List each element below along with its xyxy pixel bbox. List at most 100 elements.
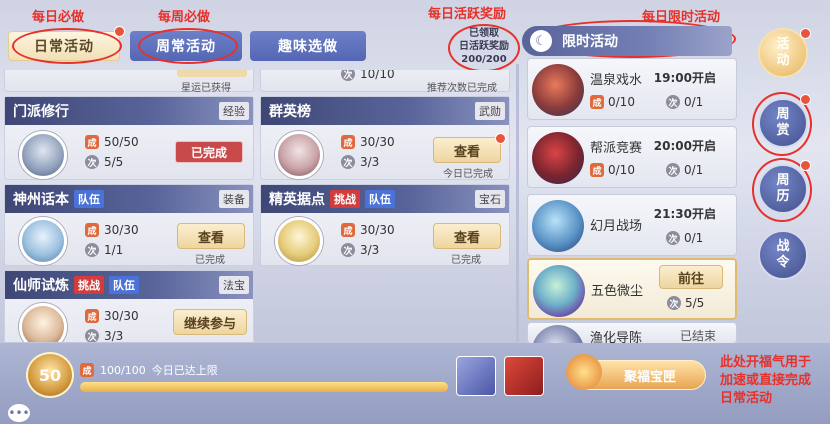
activity-card-elite-stronghold[interactable]: 精英据点 挑战 队伍 宝石 成 30/30 次 3/3 查看 已完成 bbox=[260, 184, 510, 266]
progress-stat: 成 30/30 bbox=[85, 309, 139, 323]
annotation-weekly: 每周必做 bbox=[158, 10, 211, 25]
activity-thumbnail bbox=[532, 64, 584, 116]
activity-name: 精英据点 bbox=[269, 192, 325, 208]
tag-team: 队伍 bbox=[365, 190, 395, 208]
annotation-ring-daily bbox=[12, 28, 122, 64]
progress-stat: 成 0/10 bbox=[590, 163, 635, 177]
daily-activity-list[interactable]: 星运已获得 次 10/10 推荐次数已完成 门派修行 经验 成 50/50 次 5/… bbox=[4, 70, 512, 342]
scrollbar[interactable] bbox=[516, 64, 519, 342]
limited-card-guild-contest[interactable]: 帮派竞赛 20:00开启 成 0/10 次 0/1 bbox=[527, 126, 737, 188]
activity-name: 仙师试炼 bbox=[13, 278, 69, 294]
limited-header-label: 限时活动 bbox=[562, 34, 618, 50]
activity-thumbnail bbox=[532, 200, 584, 252]
completed-button[interactable]: 已完成 bbox=[175, 141, 243, 163]
times-stat: 次 1/1 bbox=[85, 243, 123, 257]
activity-name: 渔化导陈 bbox=[590, 331, 643, 344]
continue-button[interactable]: 继续参与 bbox=[173, 309, 247, 335]
level-value: 50 bbox=[38, 365, 62, 385]
tab-fun[interactable]: 趣味选做 bbox=[250, 31, 366, 61]
side-button-weekly-reward[interactable]: 周赏 bbox=[758, 98, 808, 148]
activity-name: 神州话本 bbox=[13, 192, 69, 208]
partial-card-left: 星运已获得 bbox=[4, 70, 254, 94]
times-icon: 次 bbox=[85, 155, 99, 169]
progress-icon: 成 bbox=[85, 135, 99, 149]
daily-active-reward[interactable]: 已领取 日活跃奖励 200/200 bbox=[452, 27, 516, 69]
go-button[interactable]: 前往 bbox=[659, 265, 723, 289]
limited-card-hot-spring[interactable]: 温泉戏水 19:00开启 成 0/10 次 0/1 bbox=[527, 58, 737, 120]
activity-category: 经验 bbox=[219, 102, 249, 120]
activity-name: 幻月战场 bbox=[590, 219, 643, 234]
progress-stat: 成 0/10 bbox=[590, 95, 635, 109]
reward-count: 200/200 bbox=[461, 54, 507, 65]
times-icon: 次 bbox=[666, 231, 680, 245]
times-icon: 次 bbox=[341, 155, 355, 169]
progress-icon: 成 bbox=[341, 223, 355, 237]
activity-name: 帮派竞赛 bbox=[590, 141, 643, 156]
activity-category: 法宝 bbox=[219, 276, 249, 294]
open-time: 20:00开启 bbox=[653, 139, 716, 153]
times-icon: 次 bbox=[85, 243, 99, 257]
activity-name: 门派修行 bbox=[13, 104, 69, 120]
tag-challenge: 挑战 bbox=[330, 190, 360, 208]
card-header: 神州话本 队伍 bbox=[5, 185, 253, 213]
progress-icon: 成 bbox=[85, 223, 99, 237]
side-button-weekly-calendar[interactable]: 周历 bbox=[758, 164, 808, 214]
activity-card-shenzhou-story[interactable]: 神州话本 队伍 装备 成 30/30 次 1/1 查看 已完成 bbox=[4, 184, 254, 266]
reward-status: 已领取 bbox=[469, 28, 499, 39]
limited-card-moon-battlefield[interactable]: 幻月战场 21:30开启 次 0/1 bbox=[527, 194, 737, 256]
activity-thumbnail bbox=[533, 265, 585, 317]
view-button[interactable]: 查看 bbox=[433, 137, 501, 163]
activity-note: 今日已完成 bbox=[443, 169, 493, 180]
side-button-battle-pass[interactable]: 战令 bbox=[758, 230, 808, 280]
annotation-daily: 每日必做 bbox=[32, 10, 85, 25]
activity-card-immortal-trial[interactable]: 仙师试炼 挑战 队伍 法宝 成 30/30 次 3/3 继续参与 bbox=[4, 270, 254, 342]
limited-card-partial[interactable]: 渔化导陈 已结束 bbox=[527, 322, 737, 344]
card-header: 门派修行 bbox=[5, 97, 253, 125]
limited-activity-header: ☾ 限时活动 bbox=[522, 26, 732, 56]
times-stat: 次 0/1 bbox=[666, 95, 703, 109]
partial-left-button bbox=[177, 70, 247, 77]
card-header: 群英榜 bbox=[261, 97, 509, 125]
activity-card-heroes-ranking[interactable]: 群英榜 武勋 成 30/30 次 3/3 查看 今日已完成 bbox=[260, 96, 510, 180]
progress-icon: 成 bbox=[590, 95, 604, 109]
activity-value: 100/100 bbox=[100, 363, 146, 377]
activity-card-sect-training[interactable]: 门派修行 经验 成 50/50 次 5/5 已完成 bbox=[4, 96, 254, 180]
activity-note: 已完成 bbox=[195, 255, 225, 266]
times-stat: 次 3/3 bbox=[341, 243, 379, 257]
red-dot bbox=[495, 133, 506, 144]
times-stat: 次 3/3 bbox=[341, 155, 379, 169]
progress-stat: 成 30/30 bbox=[341, 223, 395, 237]
tab-daily-red-dot bbox=[114, 26, 125, 37]
times-stat: 次 3/3 bbox=[85, 329, 123, 342]
progress-stat: 成 30/30 bbox=[341, 135, 395, 149]
view-button[interactable]: 查看 bbox=[433, 223, 501, 249]
reward-chest-icon[interactable] bbox=[456, 356, 496, 396]
activity-avatar bbox=[275, 217, 323, 265]
chat-icon[interactable]: ••• bbox=[8, 404, 30, 422]
activity-thumbnail bbox=[532, 132, 584, 184]
progress-icon: 成 bbox=[85, 309, 99, 323]
red-envelope-icon[interactable] bbox=[504, 356, 544, 396]
partial-right-note: 推荐次数已完成 bbox=[427, 83, 497, 94]
progress-icon: 成 bbox=[590, 163, 604, 177]
times-stat: 次 5/5 bbox=[667, 296, 704, 310]
partial-left-note: 星运已获得 bbox=[181, 83, 231, 94]
card-header: 仙师试炼 挑战 队伍 bbox=[5, 271, 253, 299]
activity-avatar bbox=[19, 217, 67, 265]
times-icon: 次 bbox=[85, 329, 99, 342]
side-red-dot bbox=[800, 94, 811, 105]
tag-challenge: 挑战 bbox=[74, 276, 104, 294]
level-badge: 50 bbox=[26, 352, 74, 398]
partial-right-stat: 次 10/10 bbox=[341, 70, 395, 81]
tag-team: 队伍 bbox=[109, 276, 139, 294]
activity-name: 群英榜 bbox=[269, 104, 311, 120]
ended-label: 已结束 bbox=[679, 329, 716, 343]
times-icon: 次 bbox=[666, 95, 680, 109]
activity-note: 今日已达上限 bbox=[151, 364, 218, 377]
annotation-active-reward: 每日活跃奖励 bbox=[428, 7, 507, 22]
limited-card-five-dust[interactable]: 五色微尘 前往 次 5/5 bbox=[527, 258, 737, 320]
view-button[interactable]: 查看 bbox=[177, 223, 245, 249]
open-time: 21:30开启 bbox=[653, 207, 716, 221]
times-stat: 次 0/1 bbox=[666, 163, 703, 177]
side-red-dot bbox=[800, 28, 811, 39]
